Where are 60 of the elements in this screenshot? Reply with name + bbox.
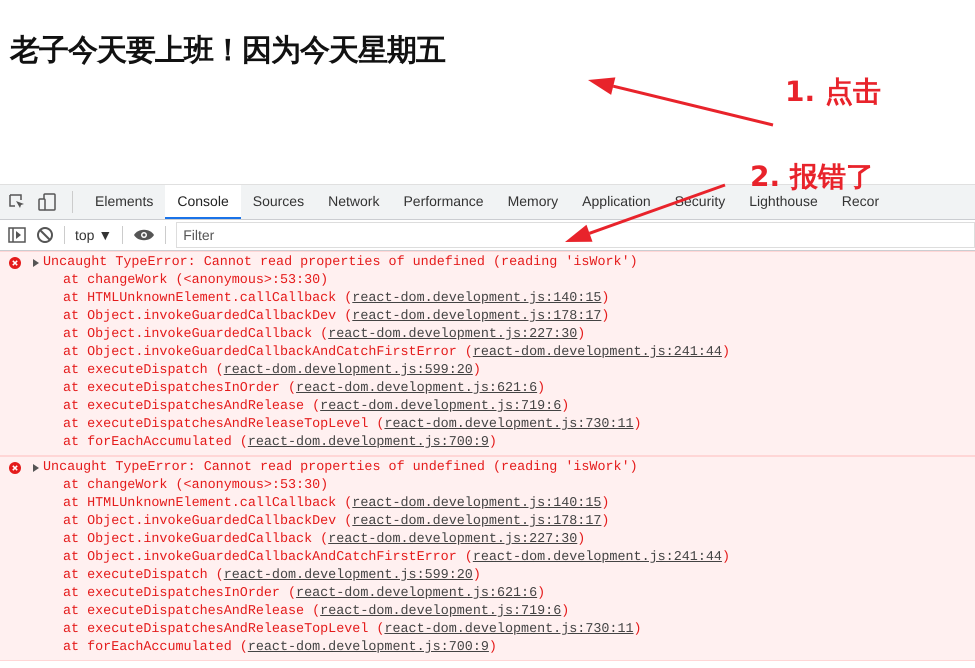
source-link[interactable]: react-dom.development.js:730:11: [384, 622, 634, 637]
sidebar-icon[interactable]: [8, 227, 26, 243]
source-link[interactable]: react-dom.development.js:227:30: [328, 327, 578, 342]
source-link[interactable]: react-dom.development.js:178:17: [352, 514, 602, 529]
error-icon: [9, 462, 21, 474]
stack-frame: at Object.invokeGuardedCallbackAndCatchFirstError (react-dom.development.js:241:44): [8, 549, 975, 567]
stack-frame: at executeDispatchesInOrder (react-dom.development.js:621:6): [8, 585, 975, 603]
source-link[interactable]: react-dom.development.js:621:6: [296, 586, 538, 601]
clear-icon[interactable]: [36, 226, 54, 244]
devtools-tab[interactable]: Elements: [83, 185, 166, 219]
stack-frame: at executeDispatch (react-dom.development.js:599:20): [8, 567, 975, 585]
stack-frame: at changeWork (<anonymous>:53:30): [8, 272, 975, 290]
stack-frame: at executeDispatchesAndRelease (react-dom.development.js:719:6): [8, 603, 975, 621]
stack-frame: at changeWork (<anonymous>:53:30): [8, 477, 975, 495]
source-link[interactable]: react-dom.development.js:241:44: [472, 345, 722, 360]
source-link[interactable]: react-dom.development.js:599:20: [224, 363, 473, 378]
source-link[interactable]: react-dom.development.js:730:11: [384, 417, 634, 432]
annotation-label: 2. 报错了: [750, 163, 874, 191]
devtools-tab[interactable]: Console: [165, 185, 241, 219]
error-icon: [9, 257, 21, 269]
device-icon[interactable]: [38, 193, 58, 211]
stack-frame: at Object.invokeGuardedCallback (react-dom.development.js:227:30): [8, 531, 975, 549]
source-link[interactable]: react-dom.development.js:719:6: [320, 604, 562, 619]
error-text: Uncaught TypeError: Cannot read properties of undefined (reading 'isWork'): [43, 459, 638, 477]
stack-frame: at Object.invokeGuardedCallback (react-dom.development.js:227:30): [8, 326, 975, 344]
stack-frame: at HTMLUnknownElement.callCallback (react-dom.development.js:140:15): [8, 290, 975, 308]
annotation-label: 1. 点击: [785, 78, 881, 106]
filter-field[interactable]: Filter: [176, 222, 975, 248]
source-link[interactable]: react-dom.development.js:140:15: [352, 291, 602, 306]
stack-frame: at forEachAccumulated (react-dom.development.js:700:9): [8, 639, 975, 657]
devtools-tab[interactable]: Network: [316, 185, 392, 219]
stack-frame: at executeDispatchesAndRelease (react-dom.development.js:719:6): [8, 398, 975, 416]
devtools-tab[interactable]: Sources: [240, 185, 316, 219]
eye-icon[interactable]: [133, 228, 156, 242]
stack-frame: at executeDispatch (react-dom.development.js:599:20): [8, 362, 975, 380]
stack-frame: at Object.invokeGuardedCallbackDev (react-dom.development.js:178:17): [8, 513, 975, 531]
stack-frame: at Object.invokeGuardedCallbackAndCatchFirstError (react-dom.development.js:241:44): [8, 344, 975, 362]
expand-icon[interactable]: [33, 464, 39, 472]
error-text: Uncaught TypeError: Cannot read properties of undefined (reading 'isWork'): [43, 254, 638, 272]
source-link[interactable]: react-dom.development.js:599:20: [224, 568, 473, 583]
source-link[interactable]: react-dom.development.js:719:6: [320, 399, 562, 414]
source-link[interactable]: react-dom.development.js:140:15: [352, 496, 602, 511]
stack-frame: at executeDispatchesInOrder (react-dom.development.js:621:6): [8, 380, 975, 398]
stack-frame: at HTMLUnknownElement.callCallback (react-dom.development.js:140:15): [8, 495, 975, 513]
devtools-tab[interactable]: Memory: [496, 185, 570, 219]
stack-frame: at executeDispatchesAndReleaseTopLevel (react-dom.development.js:730:11): [8, 621, 975, 639]
source-link[interactable]: react-dom.development.js:227:30: [328, 532, 578, 547]
source-link[interactable]: react-dom.development.js:700:9: [248, 435, 489, 450]
source-link[interactable]: react-dom.development.js:178:17: [352, 309, 602, 324]
source-link[interactable]: react-dom.development.js:700:9: [248, 640, 489, 655]
page-heading: 老子今天要上班！因为今天星期五: [10, 32, 445, 70]
stack-frame: at Object.invokeGuardedCallbackDev (react-dom.development.js:178:17): [8, 308, 975, 326]
context-dropdown[interactable]: top ▼: [75, 227, 112, 243]
devtools-tab[interactable]: Performance: [391, 185, 496, 219]
devtools-tab[interactable]: Application: [570, 185, 663, 219]
stack-frame: at executeDispatchesAndReleaseTopLevel (react-dom.development.js:730:11): [8, 416, 975, 434]
expand-icon[interactable]: [33, 259, 39, 267]
stack-frame: at forEachAccumulated (react-dom.development.js:700:9): [8, 434, 975, 452]
source-link[interactable]: react-dom.development.js:241:44: [472, 550, 722, 565]
source-link[interactable]: react-dom.development.js:621:6: [296, 381, 538, 396]
